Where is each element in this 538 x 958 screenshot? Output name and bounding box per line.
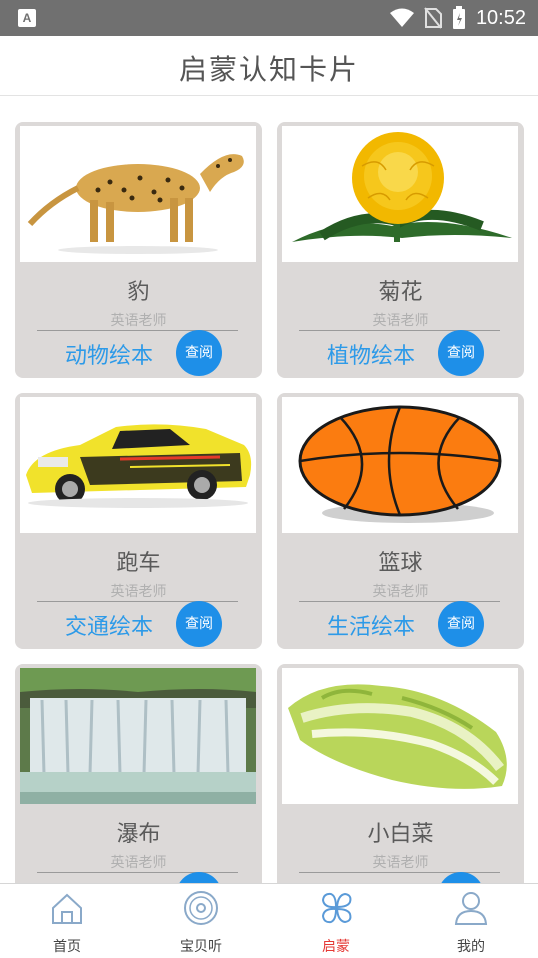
nav-label: 我的 [457, 939, 485, 955]
battery-icon [452, 6, 465, 29]
card-sports-car[interactable]: 跑车 英语老师 交通绘本 查阅 [15, 393, 262, 649]
nav-item-home[interactable]: 首页 [0, 884, 134, 958]
status-time: 10:52 [475, 6, 526, 29]
nav-label: 宝贝听 [180, 939, 222, 955]
nav-item-enlighten[interactable]: 启蒙 [269, 884, 403, 958]
nav-label: 首页 [53, 939, 81, 955]
waterfall-image [20, 668, 256, 804]
card-title: 跑车 [116, 551, 161, 576]
card-title: 瀑布 [116, 822, 161, 847]
cheetah-image [20, 126, 256, 262]
home-icon [52, 893, 82, 924]
app-bar: 启蒙认知卡片 [0, 36, 538, 96]
nav-item-mine[interactable]: 我的 [404, 884, 538, 958]
view-button[interactable]: 查阅 [176, 330, 222, 376]
card-category: 交通绘本 [65, 615, 154, 640]
view-button[interactable]: 查阅 [438, 601, 484, 647]
nav-item-listen[interactable]: 宝贝听 [134, 884, 268, 958]
chrysanthemum-image [282, 126, 518, 262]
view-button[interactable]: 查阅 [176, 601, 222, 647]
view-button[interactable] [176, 872, 222, 883]
no-sim-icon [424, 7, 442, 29]
view-button[interactable]: 查阅 [438, 330, 484, 376]
wifi-icon [389, 8, 414, 27]
card-title: 菊花 [378, 280, 423, 305]
bottom-nav: 首页 宝贝听 启蒙 我的 [0, 883, 538, 958]
nav-label: 启蒙 [322, 939, 350, 955]
card-basketball[interactable]: 篮球 英语老师 生活绘本 查阅 [277, 393, 524, 649]
notification-icon: A [18, 9, 36, 27]
view-button[interactable] [438, 872, 484, 883]
card-author: 英语老师 [110, 313, 167, 329]
status-bar: A 10:52 [0, 0, 538, 36]
page-title: 启蒙认知卡片 [178, 53, 359, 86]
clover-icon [321, 892, 352, 924]
card-cabbage[interactable]: 小白菜 英语老师 [277, 664, 524, 883]
card-author: 英语老师 [110, 584, 167, 600]
card-author: 英语老师 [110, 855, 167, 871]
card-title: 小白菜 [367, 822, 434, 847]
card-category: 生活绘本 [327, 615, 416, 640]
sports-car-image [20, 397, 256, 533]
card-author: 英语老师 [372, 313, 429, 329]
card-author: 英语老师 [372, 855, 429, 871]
card-grid: 豹 英语老师 动物绘本 查阅 菊花 英语老师 植物绘本 查阅 跑车 英语老师 交… [0, 97, 538, 883]
cabbage-image [282, 668, 518, 804]
basketball-image [282, 397, 518, 533]
disc-icon [184, 891, 218, 925]
card-chrysanthemum[interactable]: 菊花 英语老师 植物绘本 查阅 [277, 122, 524, 378]
card-title: 豹 [127, 280, 150, 305]
card-waterfall[interactable]: 瀑布 英语老师 [15, 664, 262, 883]
card-category: 植物绘本 [327, 344, 416, 369]
card-author: 英语老师 [372, 584, 429, 600]
card-title: 篮球 [378, 551, 423, 576]
card-cheetah[interactable]: 豹 英语老师 动物绘本 查阅 [15, 122, 262, 378]
person-icon [454, 892, 488, 925]
card-category: 动物绘本 [65, 344, 154, 369]
